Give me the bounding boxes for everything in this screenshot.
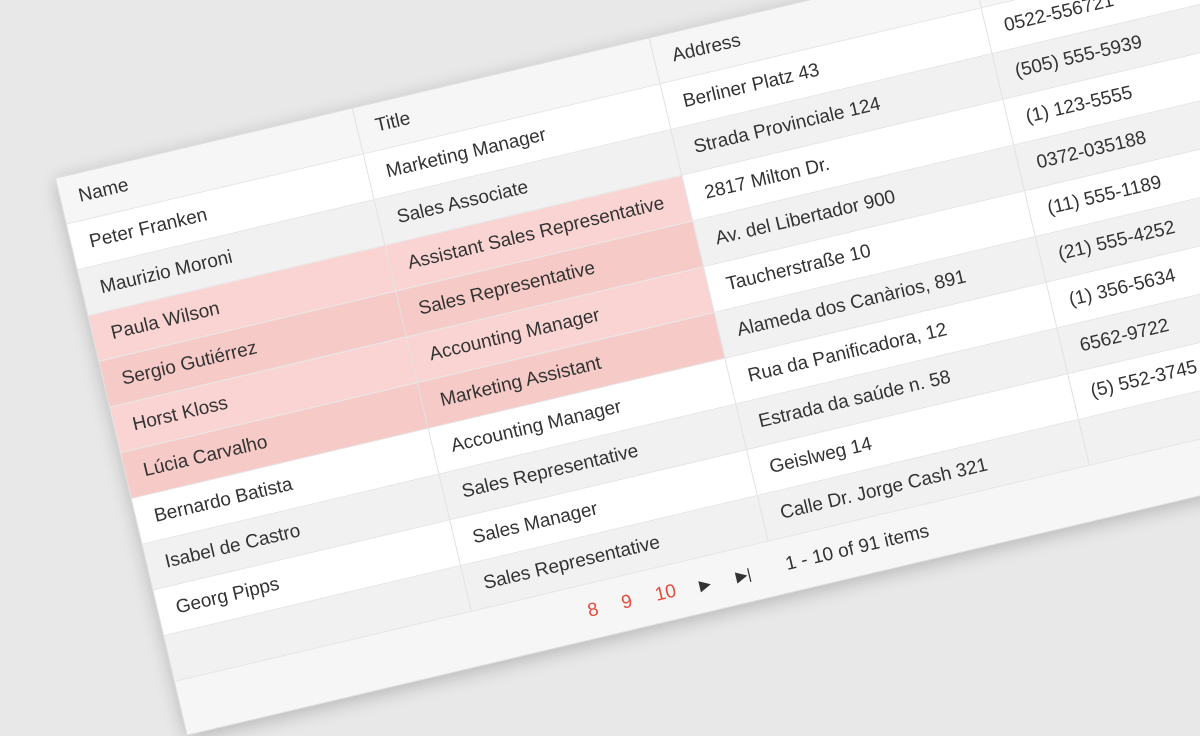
- grid-stage: 089-08 Name Title Address Peter FrankenM…: [55, 0, 1200, 736]
- skip-to-end-icon[interactable]: ▶|: [734, 565, 753, 586]
- play-right-icon[interactable]: ▶: [697, 574, 713, 594]
- page-link-10[interactable]: 10: [653, 581, 679, 607]
- data-grid: 089-08 Name Title Address Peter FrankenM…: [55, 0, 1200, 736]
- page-link-9[interactable]: 9: [619, 591, 634, 615]
- page-link-8[interactable]: 8: [586, 599, 601, 623]
